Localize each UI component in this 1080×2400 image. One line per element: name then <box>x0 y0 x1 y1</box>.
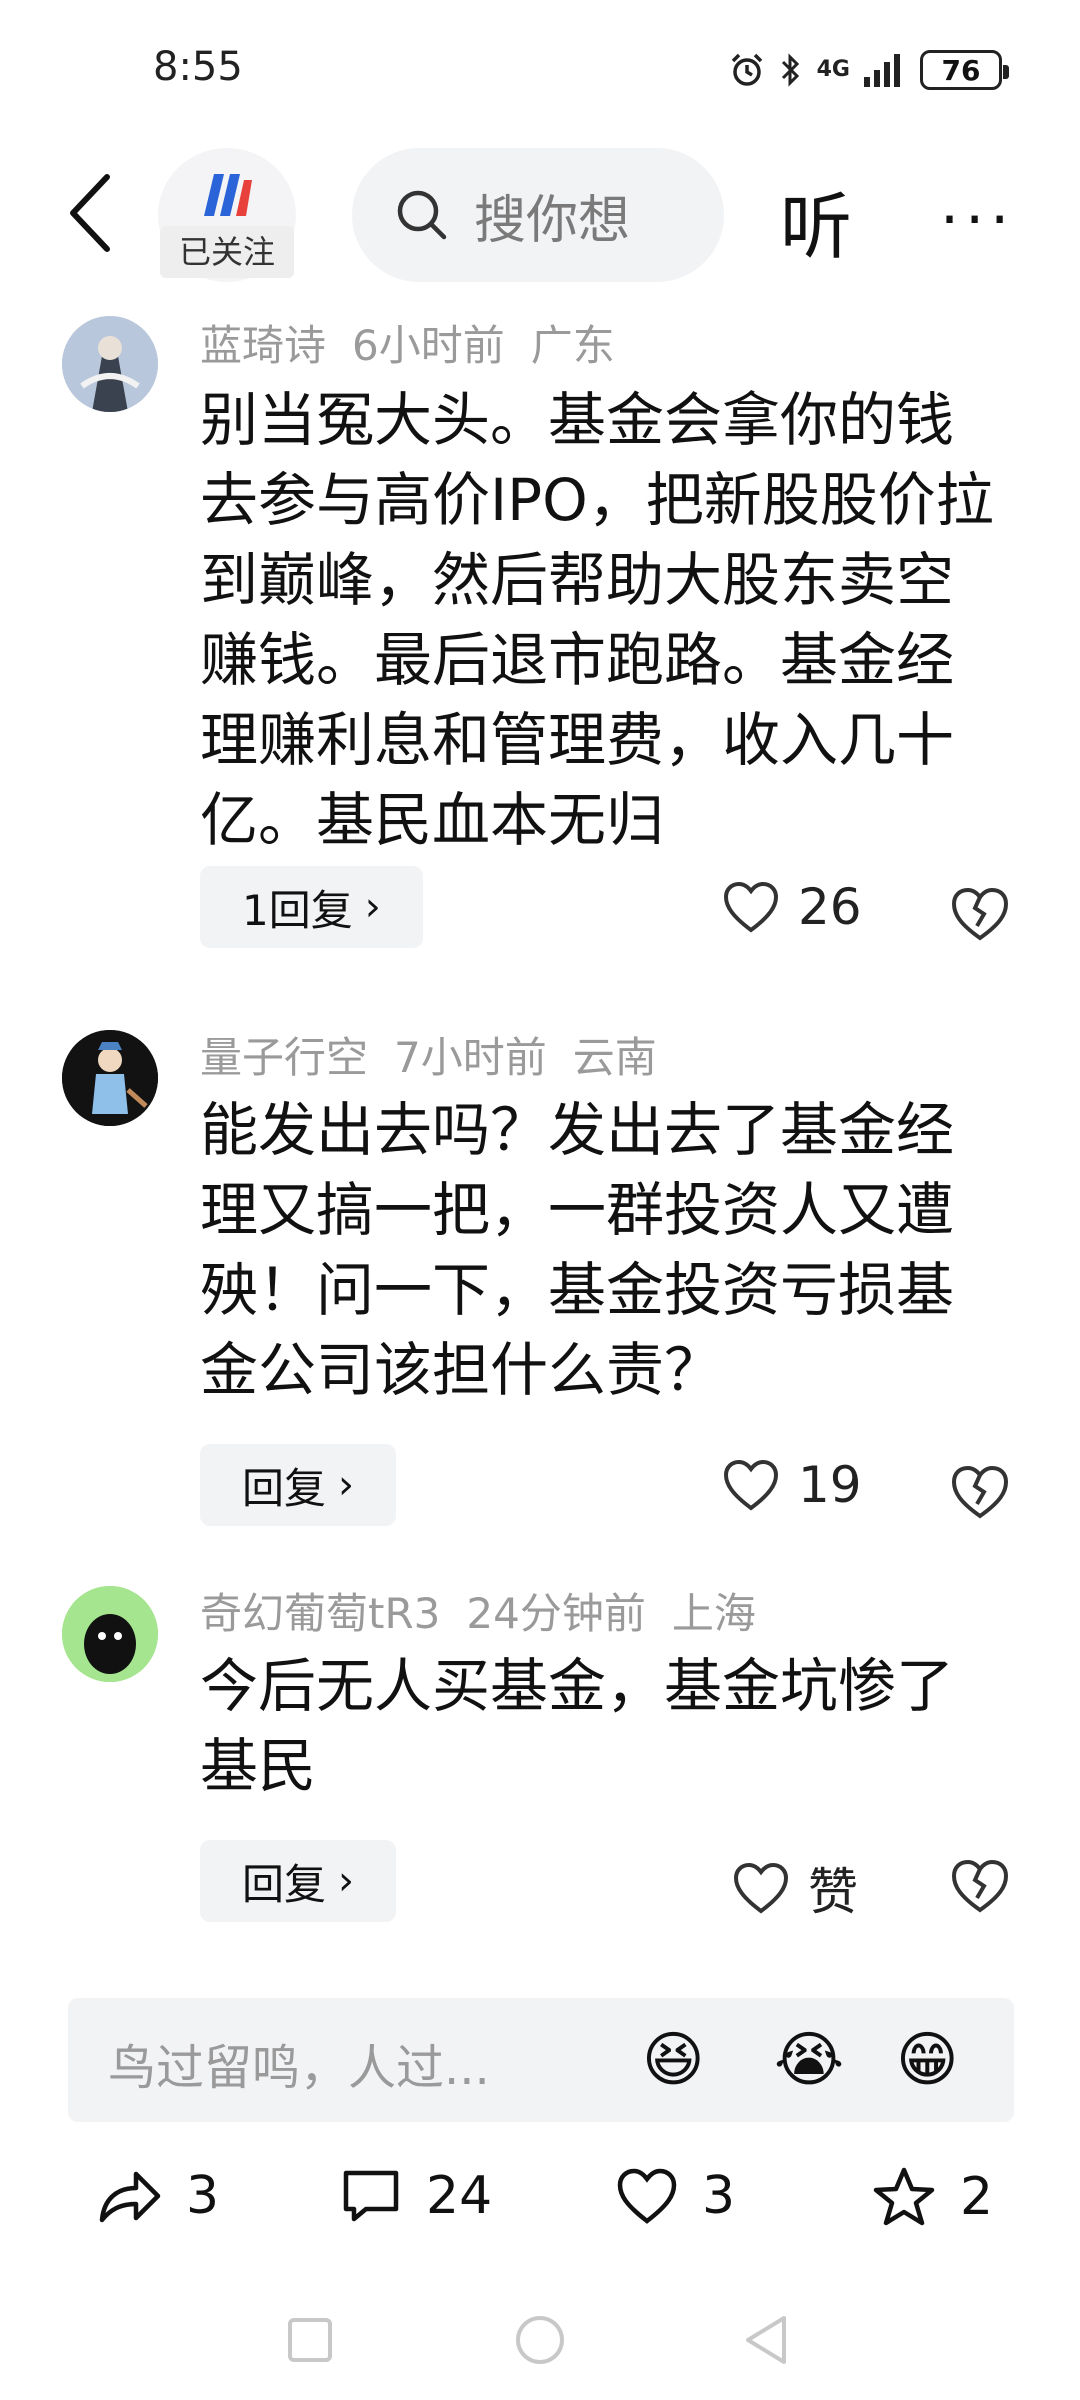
like-button[interactable]: 26 <box>722 878 862 936</box>
reply-button[interactable]: 1回复 › <box>200 866 423 948</box>
comment-username[interactable]: 奇幻葡萄tR3 <box>200 1589 440 1638</box>
search-placeholder: 搜你想 <box>474 190 631 251</box>
back-button[interactable] <box>55 168 125 258</box>
like-label: 赞 <box>808 1863 858 1921</box>
favorite-count: 2 <box>960 2167 994 2227</box>
network-type: 4G <box>816 57 850 82</box>
comment-input-placeholder: 鸟过留鸣，人过... <box>108 2040 490 2096</box>
comment-location: 上海 <box>671 1589 756 1638</box>
crying-emoji-button[interactable]: 😭 <box>774 2020 844 2100</box>
comment-meta: 奇幻葡萄tR3 24分钟前 上海 <box>200 1580 782 1641</box>
top-nav: 已关注 搜你想 听 ··· <box>0 140 1080 290</box>
search-icon <box>397 190 447 240</box>
user-avatar[interactable] <box>62 1586 158 1682</box>
star-icon <box>873 2167 935 2226</box>
comment-time: 6小时前 <box>352 321 505 370</box>
comment-time: 24分钟前 <box>466 1589 646 1638</box>
status-icons: 4G 76 <box>729 44 1009 96</box>
like-button[interactable]: 19 <box>722 1456 862 1514</box>
share-button[interactable]: 3 <box>98 2166 219 2226</box>
reply-button[interactable]: 回复 › <box>200 1840 397 1922</box>
avatar-image <box>62 316 158 412</box>
search-input[interactable]: 搜你想 <box>352 148 724 282</box>
status-time: 8:55 <box>153 44 243 90</box>
comments-button[interactable]: 24 <box>340 2166 492 2226</box>
comment-count: 24 <box>426 2166 493 2226</box>
home-button[interactable] <box>514 2314 566 2366</box>
laughing-emoji-button[interactable]: 😆 <box>642 2020 705 2100</box>
reply-button[interactable]: 回复 › <box>200 1444 397 1526</box>
comment-input[interactable]: 鸟过留鸣，人过... 😆 😭 😁 <box>68 1998 1014 2122</box>
avatar-image <box>62 1586 158 1682</box>
chevron-right-icon: › <box>364 884 381 930</box>
article-like-count: 3 <box>702 2166 736 2226</box>
favorite-button[interactable]: 2 <box>872 2166 993 2228</box>
broken-heart-icon[interactable] <box>950 1856 1010 1916</box>
avatar-image <box>62 1030 158 1126</box>
reply-label: 回复 <box>242 1859 327 1909</box>
chevron-right-icon: › <box>338 1462 355 1508</box>
recent-apps-button[interactable] <box>286 2316 334 2364</box>
heart-icon <box>733 1862 789 1914</box>
like-button[interactable]: 赞 <box>732 1852 858 1924</box>
status-bar: 8:55 4G 76 <box>0 0 1080 140</box>
comment-time: 7小时前 <box>394 1033 547 1082</box>
comment-text: 今后无人买基金，基金坑惨了基民 <box>200 1652 955 1800</box>
comment-text: 别当冤大头。基金会拿你的钱去参与高价IPO，把新股股价拉到巅峰，然后帮助大股东卖… <box>200 386 994 854</box>
chevron-right-icon: › <box>338 1858 355 1904</box>
share-count: 3 <box>186 2166 220 2226</box>
comment-location: 云南 <box>572 1033 657 1082</box>
alarm-icon <box>731 53 762 86</box>
comment-location: 广东 <box>530 321 615 370</box>
comment-text: 能发出去吗？发出去了基金经理又搞一把，一群投资人又遭殃！问一下，基金投资亏损基金… <box>200 1096 955 1404</box>
bluetooth-icon <box>781 53 799 87</box>
like-count: 26 <box>798 878 862 936</box>
user-avatar[interactable] <box>62 1030 158 1126</box>
comment-meta: 量子行空 7小时前 云南 <box>200 1024 683 1085</box>
follow-status-badge[interactable]: 已关注 <box>160 226 294 278</box>
signal-icon <box>864 54 900 87</box>
listen-button[interactable]: 听 <box>780 168 852 273</box>
comment-meta: 蓝琦诗 6小时前 广东 <box>200 312 641 373</box>
more-button[interactable]: ··· <box>940 190 1015 250</box>
comment-username[interactable]: 蓝琦诗 <box>200 321 326 370</box>
comment-username[interactable]: 量子行空 <box>200 1033 368 1082</box>
user-avatar[interactable] <box>62 316 158 412</box>
like-article-button[interactable]: 3 <box>616 2166 735 2226</box>
heart-icon <box>723 1459 779 1511</box>
battery-icon: 76 <box>920 50 1009 90</box>
heart-icon <box>723 881 779 933</box>
broken-heart-icon[interactable] <box>950 1462 1010 1522</box>
publisher-logo <box>204 174 252 216</box>
reply-label: 回复 <box>242 1463 327 1513</box>
grinning-emoji-button[interactable]: 😁 <box>896 2020 959 2100</box>
chevron-left-icon <box>70 174 110 252</box>
heart-icon <box>617 2168 677 2224</box>
comment-icon <box>343 2170 399 2222</box>
battery-level: 76 <box>941 53 981 87</box>
reply-label: 1回复 <box>242 885 353 935</box>
like-count: 19 <box>798 1456 862 1514</box>
broken-heart-icon[interactable] <box>950 884 1010 944</box>
back-nav-button[interactable] <box>742 2314 790 2366</box>
share-icon <box>99 2171 161 2223</box>
